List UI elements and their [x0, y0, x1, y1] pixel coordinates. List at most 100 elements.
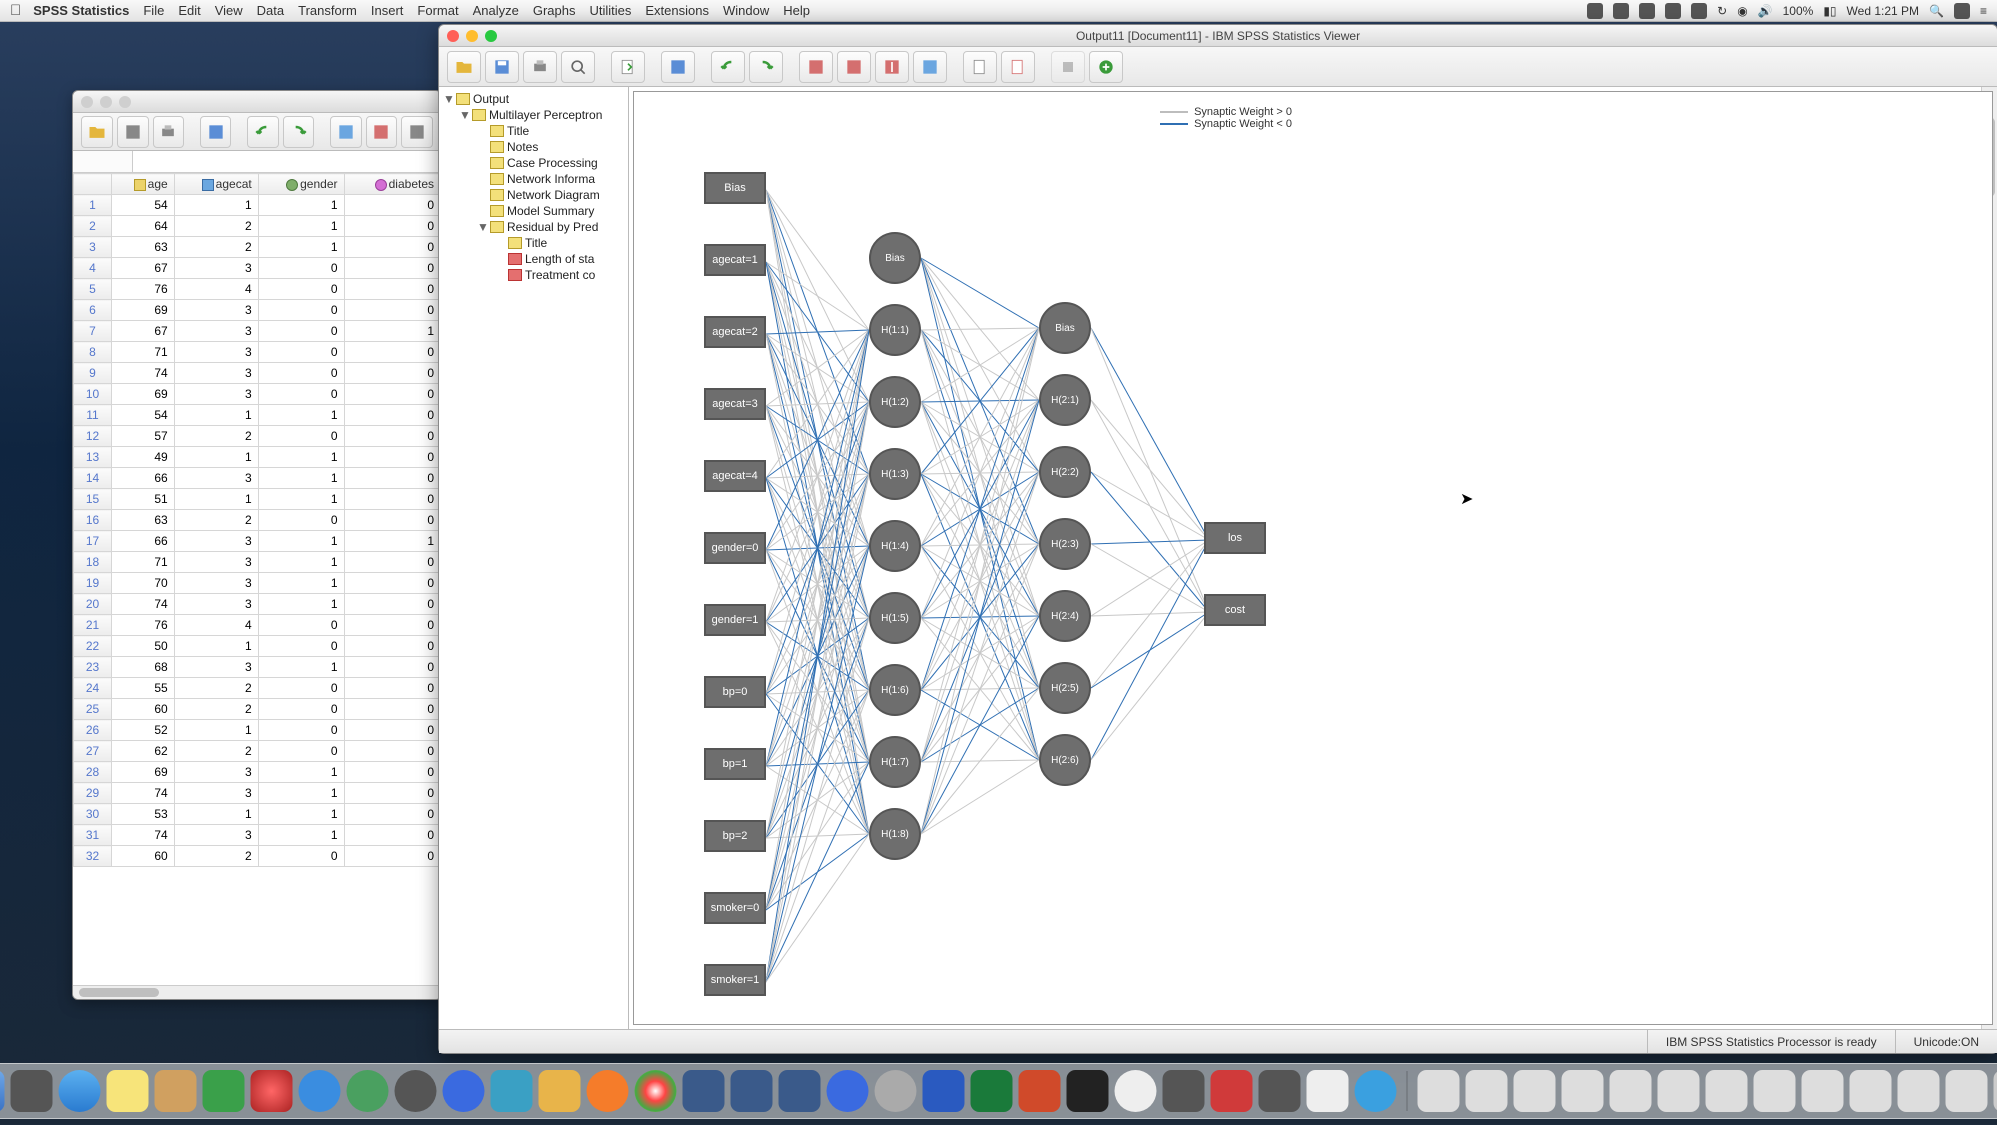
cell[interactable]: 0 [344, 279, 441, 300]
cell[interactable]: 1 [174, 489, 258, 510]
cell[interactable]: 4 [174, 615, 258, 636]
cell[interactable]: 0 [344, 615, 441, 636]
cell[interactable]: 71 [112, 552, 175, 573]
outline-node[interactable]: Notes [441, 139, 626, 155]
cell[interactable]: 3 [174, 342, 258, 363]
cell[interactable]: 0 [344, 720, 441, 741]
outline-node[interactable]: Length of sta [441, 251, 626, 267]
cell[interactable]: 0 [258, 384, 344, 405]
cell[interactable]: 57 [112, 426, 175, 447]
cell[interactable]: 74 [112, 594, 175, 615]
cell[interactable]: 71 [112, 342, 175, 363]
cell[interactable]: 62 [112, 741, 175, 762]
outline-node[interactable]: Case Processing [441, 155, 626, 171]
cell[interactable]: 0 [258, 321, 344, 342]
app-icon[interactable] [346, 1070, 388, 1112]
cell[interactable]: 0 [344, 237, 441, 258]
cell[interactable]: 0 [344, 216, 441, 237]
row-header[interactable]: 3 [74, 237, 112, 258]
cell[interactable]: 2 [174, 237, 258, 258]
designate-window-button[interactable] [1001, 51, 1035, 83]
cell[interactable]: 1 [258, 825, 344, 846]
row-header[interactable]: 11 [74, 405, 112, 426]
row-header[interactable]: 13 [74, 447, 112, 468]
photos-icon[interactable] [250, 1070, 292, 1112]
cell[interactable]: 2 [174, 216, 258, 237]
firefox-icon[interactable] [586, 1070, 628, 1112]
dock-window-icon[interactable] [1465, 1070, 1507, 1112]
cell[interactable]: 0 [258, 258, 344, 279]
notes-icon[interactable] [106, 1070, 148, 1112]
cell[interactable]: 0 [344, 489, 441, 510]
cell[interactable]: 1 [258, 783, 344, 804]
cell[interactable]: 3 [174, 531, 258, 552]
wifi-icon[interactable]: ◉ [1737, 4, 1747, 18]
print-button[interactable] [153, 116, 185, 148]
cell[interactable]: 1 [344, 321, 441, 342]
network-diagram[interactable]: Biasagecat=1agecat=2agecat=3agecat=4gend… [634, 92, 1992, 1024]
cell[interactable]: 1 [258, 804, 344, 825]
cell[interactable]: 0 [258, 426, 344, 447]
cell[interactable]: 0 [344, 783, 441, 804]
menubar-status-icon[interactable] [1587, 3, 1603, 19]
save-button[interactable] [117, 116, 149, 148]
cell[interactable]: 0 [258, 699, 344, 720]
cell[interactable]: 0 [258, 846, 344, 867]
cell[interactable]: 69 [112, 300, 175, 321]
cell[interactable]: 1 [258, 552, 344, 573]
outline-node[interactable]: Network Informa [441, 171, 626, 187]
cell[interactable]: 3 [174, 468, 258, 489]
outline-node[interactable]: Title [441, 123, 626, 139]
chrome-icon[interactable] [634, 1070, 676, 1112]
cell[interactable]: 54 [112, 195, 175, 216]
spotlight-icon[interactable]: 🔍 [1929, 4, 1944, 18]
cell[interactable]: 3 [174, 783, 258, 804]
app-icon[interactable] [1306, 1070, 1348, 1112]
zoom-icon[interactable] [119, 96, 131, 108]
dock-window-icon[interactable] [1849, 1070, 1891, 1112]
dock-window-icon[interactable] [1657, 1070, 1699, 1112]
menu-window[interactable]: Window [723, 3, 769, 18]
cell[interactable]: 0 [258, 279, 344, 300]
data-grid[interactable]: age agecat gender diabetes 1541102642103… [73, 173, 441, 985]
dock-window-icon[interactable] [1897, 1070, 1939, 1112]
safari-icon[interactable] [58, 1070, 100, 1112]
cell[interactable]: 74 [112, 825, 175, 846]
cell[interactable]: 63 [112, 237, 175, 258]
cell[interactable]: 1 [174, 720, 258, 741]
row-header[interactable]: 29 [74, 783, 112, 804]
row-header[interactable]: 27 [74, 741, 112, 762]
recall-dialog-button[interactable] [661, 51, 695, 83]
launchpad-icon[interactable] [10, 1070, 52, 1112]
cell[interactable]: 0 [344, 699, 441, 720]
menu-extensions[interactable]: Extensions [645, 3, 709, 18]
row-header[interactable]: 2 [74, 216, 112, 237]
cell[interactable]: 51 [112, 489, 175, 510]
output-outline[interactable]: ▼Output▼Multilayer PerceptronTitleNotesC… [439, 87, 629, 1029]
viewer-titlebar[interactable]: Output11 [Document11] - IBM SPSS Statist… [439, 25, 1997, 47]
minimize-icon[interactable] [466, 30, 478, 42]
cell[interactable]: 0 [258, 363, 344, 384]
app-icon[interactable] [538, 1070, 580, 1112]
cell[interactable]: 1 [344, 531, 441, 552]
cell[interactable]: 60 [112, 699, 175, 720]
cell[interactable]: 1 [258, 657, 344, 678]
row-header[interactable]: 18 [74, 552, 112, 573]
row-header[interactable]: 26 [74, 720, 112, 741]
export-button[interactable] [611, 51, 645, 83]
cell[interactable]: 74 [112, 363, 175, 384]
cell[interactable]: 0 [344, 258, 441, 279]
cell[interactable]: 1 [258, 573, 344, 594]
cell[interactable]: 0 [344, 363, 441, 384]
dock-window-icon[interactable] [1753, 1070, 1795, 1112]
cell[interactable]: 66 [112, 468, 175, 489]
cell[interactable]: 0 [258, 720, 344, 741]
cell[interactable]: 0 [258, 741, 344, 762]
formula-bar[interactable] [133, 151, 441, 172]
appstore-icon[interactable] [298, 1070, 340, 1112]
cell[interactable]: 3 [174, 300, 258, 321]
app-icon[interactable] [1258, 1070, 1300, 1112]
cell[interactable]: 0 [258, 300, 344, 321]
output-canvas[interactable]: Synaptic Weight > 0 Synaptic Weight < 0 … [629, 87, 1997, 1029]
cell[interactable]: 0 [344, 804, 441, 825]
